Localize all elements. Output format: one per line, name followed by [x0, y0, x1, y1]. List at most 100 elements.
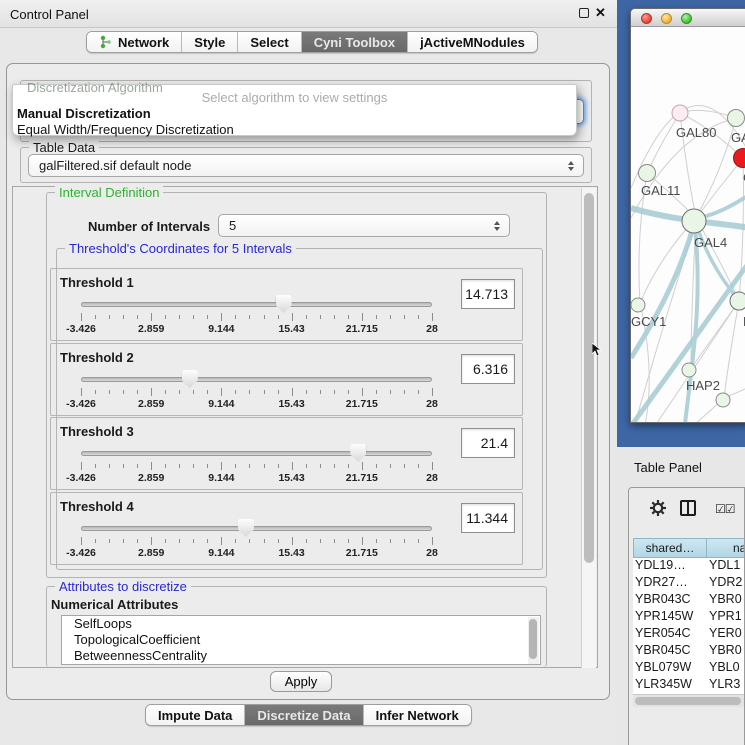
tab-cyni-toolbox[interactable]: Cyni Toolbox: [302, 32, 408, 52]
scrollbar-thumb[interactable]: [529, 619, 537, 659]
threshold-4-label: Threshold 4: [60, 499, 134, 514]
tab-infer-network[interactable]: Infer Network: [364, 705, 471, 725]
threshold-3-slider[interactable]: -3.4262.8599.14415.4321.71528: [51, 442, 524, 488]
node-gal80[interactable]: [672, 105, 688, 121]
node-gal4[interactable]: [682, 209, 706, 233]
gear-icon[interactable]: [649, 499, 667, 517]
dropdown-item-manual-discretization[interactable]: Manual Discretization: [17, 106, 151, 121]
minimize-traffic-light-icon[interactable]: [661, 13, 672, 24]
control-panel-titlebar: Control Panel ✕: [0, 0, 617, 28]
list-scrollbar[interactable]: [528, 617, 539, 665]
scrollbar-thumb[interactable]: [584, 193, 594, 563]
vertical-scrollbar[interactable]: [581, 188, 596, 668]
network-canvas[interactable]: GAL80 GA C GAL11 GAL4 GCY1 H HAP2: [631, 28, 745, 423]
list-item[interactable]: BetweennessCentrality: [62, 648, 540, 664]
table-data-combobox[interactable]: galFiltered.sif default node: [28, 154, 584, 177]
tick-label: 28: [426, 547, 438, 559]
node-hap2[interactable]: [682, 363, 696, 377]
node-bottom[interactable]: [716, 393, 730, 407]
select-columns-icon[interactable]: ☑☑: [715, 502, 735, 516]
stepper-arrows-icon: [494, 221, 500, 231]
slider-thumb[interactable]: [182, 370, 198, 388]
float-window-icon[interactable]: [579, 8, 589, 18]
table-row[interactable]: YDL19…YDL1: [633, 558, 745, 575]
slider-track[interactable]: [81, 526, 432, 531]
table-header-row: shared… na: [633, 538, 745, 558]
table-row[interactable]: YBL079WYBL0: [633, 660, 745, 677]
slider-thumb[interactable]: [276, 295, 292, 313]
dropdown-prompt-item[interactable]: Select algorithm to view settings: [13, 90, 576, 105]
threshold-1-panel: Threshold 1 -3.4262.8599.14415.4321.7152…: [50, 268, 523, 341]
dropdown-item-equal-width[interactable]: Equal Width/Frequency Discretization: [17, 122, 234, 137]
table-row[interactable]: YER054CYER0: [633, 626, 745, 643]
table-row[interactable]: YBR045CYBR0: [633, 643, 745, 660]
node-gal11[interactable]: [639, 165, 656, 182]
table-row[interactable]: YBR043CYBR0: [633, 592, 745, 609]
split-columns-icon[interactable]: [680, 500, 696, 516]
network-window-titlebar[interactable]: [631, 9, 745, 27]
slider-ticks: [81, 313, 432, 322]
threshold-3-panel: Threshold 3 -3.4262.8599.14415.4321.7152…: [50, 417, 523, 490]
slider-track[interactable]: [81, 377, 432, 382]
bottom-tab-bar: Impute Data Discretize Data Infer Networ…: [145, 704, 472, 726]
numerical-attributes-list[interactable]: SelfLoops TopologicalCoefficient Between…: [61, 615, 541, 665]
slider-track[interactable]: [81, 451, 432, 456]
tab-network[interactable]: Network: [87, 32, 182, 52]
network-tree-icon: [99, 35, 112, 49]
slider-track[interactable]: [81, 302, 432, 307]
threshold-2-slider[interactable]: -3.4262.8599.14415.4321.71528: [51, 368, 524, 414]
table-row[interactable]: YLR345WYLR3: [633, 677, 745, 694]
threshold-4-slider[interactable]: -3.4262.8599.14415.4321.71528: [51, 517, 524, 563]
table-row[interactable]: YDR27…YDR2: [633, 575, 745, 592]
attributes-label: Attributes to discretize: [55, 579, 191, 594]
tick-label: -3.426: [66, 547, 96, 559]
attributes-group: Attributes to discretize Numerical Attri…: [46, 586, 547, 667]
threshold-2-label: Threshold 2: [60, 350, 134, 365]
mouse-cursor: [592, 343, 602, 357]
threshold-2-value-field[interactable]: 6.316: [461, 354, 515, 384]
node-partial-top-right[interactable]: [728, 110, 745, 127]
tab-discretize-data[interactable]: Discretize Data: [245, 705, 363, 725]
threshold-coordinates-label: Threshold's Coordinates for 5 Intervals: [65, 241, 296, 256]
threshold-3-value-field[interactable]: 21.4: [461, 428, 515, 458]
slider-thumb[interactable]: [238, 519, 254, 537]
tick-label: 21.715: [346, 398, 378, 410]
threshold-1-value-field[interactable]: 14.713: [461, 279, 515, 309]
threshold-4-panel: Threshold 4 -3.4262.8599.14415.4321.7152…: [50, 492, 523, 565]
tick-label: 2.859: [138, 472, 164, 484]
close-icon[interactable]: ✕: [595, 5, 606, 21]
table-row[interactable]: YPR145WYPR1: [633, 609, 745, 626]
tab-select[interactable]: Select: [238, 32, 301, 52]
threshold-2-panel: Threshold 2 -3.4262.8599.14415.4321.7152…: [50, 343, 523, 416]
tick-label: 2.859: [138, 398, 164, 410]
number-of-intervals-combobox[interactable]: 5: [218, 214, 510, 237]
threshold-1-label: Threshold 1: [60, 275, 134, 290]
network-view-window[interactable]: GAL80 GA C GAL11 GAL4 GCY1 H HAP2: [630, 8, 745, 423]
horizontal-scrollbar[interactable]: [633, 694, 745, 707]
close-traffic-light-icon[interactable]: [641, 13, 652, 24]
zoom-traffic-light-icon[interactable]: [681, 13, 692, 24]
tick-label: 9.144: [208, 323, 234, 335]
tick-label: 15.43: [278, 398, 304, 410]
node-label-gal80: GAL80: [676, 125, 716, 140]
tab-style[interactable]: Style: [182, 32, 238, 52]
node-label-partial-ga: GA: [731, 130, 745, 145]
slider-ticks: [81, 537, 432, 546]
tick-label: 15.43: [278, 472, 304, 484]
tab-jactivemnodules[interactable]: jActiveMNodules: [408, 32, 537, 52]
list-item[interactable]: SelfLoops: [62, 616, 540, 632]
top-tab-bar: Network Style Select Cyni Toolbox jActiv…: [86, 31, 538, 53]
apply-button[interactable]: Apply: [270, 671, 332, 692]
column-header-shared-name[interactable]: shared…: [633, 538, 706, 558]
node-gcy1[interactable]: [631, 298, 645, 312]
column-header-name[interactable]: na: [706, 538, 745, 558]
slider-tick-labels: -3.4262.8599.14415.4321.71528: [81, 323, 432, 335]
node-h[interactable]: [730, 292, 745, 310]
slider-thumb[interactable]: [350, 444, 366, 462]
list-item[interactable]: TopologicalCoefficient: [62, 632, 540, 648]
numerical-attributes-label: Numerical Attributes: [51, 597, 178, 612]
threshold-4-value-field[interactable]: 11.344: [461, 503, 515, 533]
threshold-1-slider[interactable]: -3.4262.8599.14415.4321.71528: [51, 293, 524, 339]
scrollbar-thumb[interactable]: [635, 697, 741, 705]
tab-impute-data[interactable]: Impute Data: [146, 705, 245, 725]
